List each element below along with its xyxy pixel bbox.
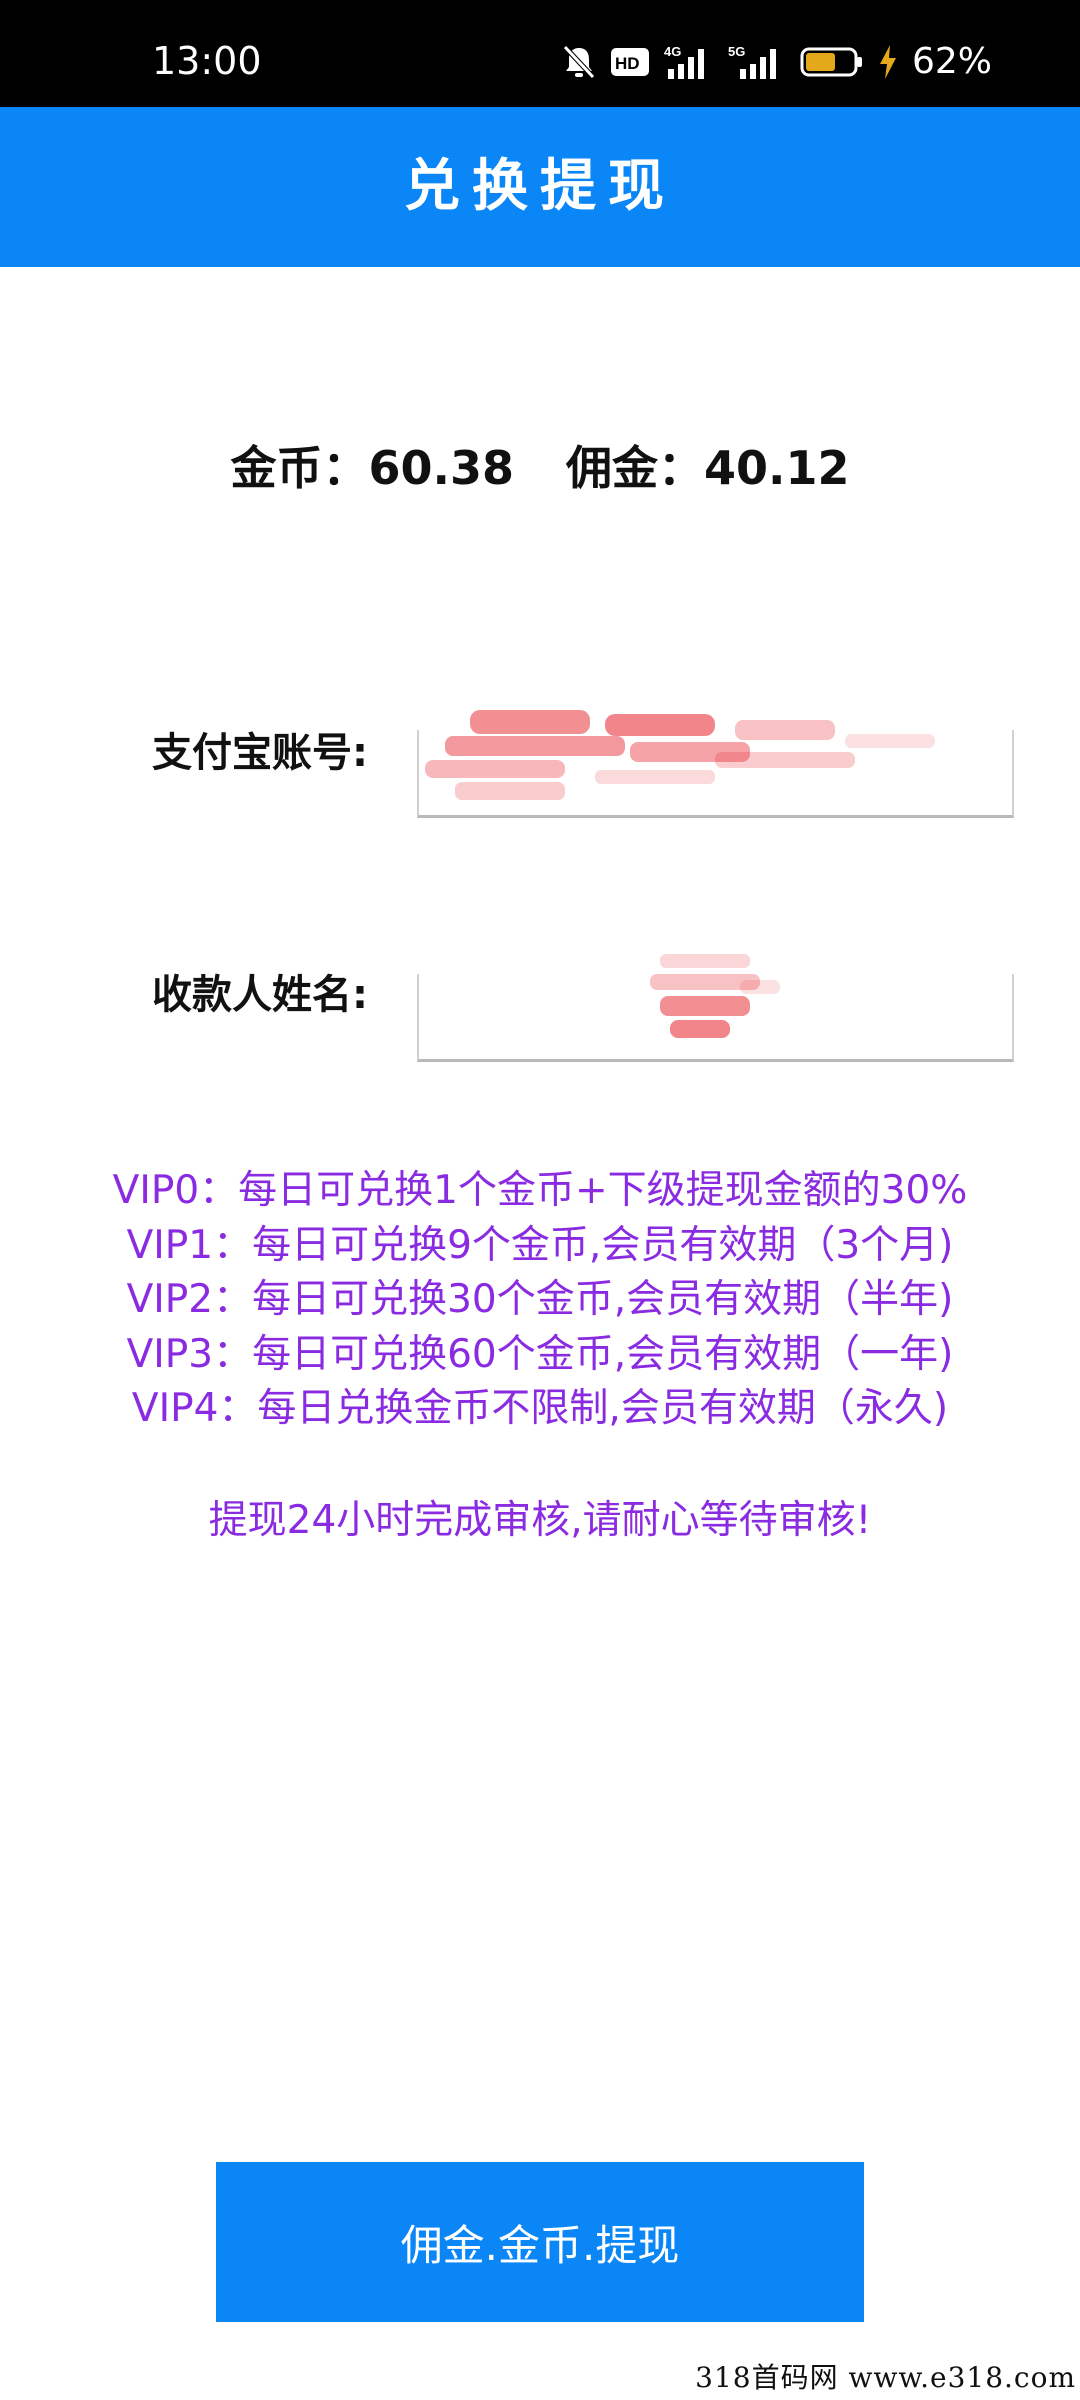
signal-4g-icon: 4G — [664, 43, 712, 81]
charging-icon — [878, 44, 898, 80]
battery-percent: 62% — [911, 41, 992, 82]
page-title: 兑换提现 — [404, 154, 676, 219]
review-notice: 提现24小时完成审核,请耐心等待审核! — [208, 1498, 872, 1543]
vip-tier-list: VIP0：每日可兑换1个金币+下级提现金额的30% VIP1：每日可兑换9个金币… — [0, 1164, 1080, 1437]
status-bar: 13:00 HD 4G 5G 62% — [0, 0, 1080, 107]
coin-value: 60.38 — [368, 441, 514, 495]
payee-name-input[interactable] — [417, 974, 1014, 1062]
vip-tier-item: VIP3：每日可兑换60个金币,会员有效期（一年) — [126, 1331, 954, 1377]
watermark: 318首码网 www.e318.com — [695, 2361, 1076, 2394]
sim2-network-label: 5G — [728, 44, 745, 59]
coin-label: 金币： — [230, 441, 369, 495]
hd-label: HD — [615, 54, 640, 73]
commission-value: 40.12 — [704, 441, 850, 495]
battery-icon — [800, 46, 864, 78]
sim1-network-label: 4G — [664, 44, 681, 59]
app-header: 兑换提现 — [0, 107, 1080, 267]
balance-summary: 金币：60.38 佣金：40.12 — [0, 438, 1080, 498]
vip-tier-item: VIP0：每日可兑换1个金币+下级提现金额的30% — [112, 1168, 968, 1213]
commission-label: 佣金： — [566, 441, 704, 495]
bell-off-icon — [562, 44, 596, 80]
alipay-account-label: 支付宝账号: — [152, 730, 368, 776]
payee-name-label: 收款人姓名: — [152, 972, 368, 1018]
vip-tier-item: VIP4：每日兑换金币不限制,会员有效期（永久) — [131, 1386, 949, 1431]
hd-icon: HD — [610, 46, 650, 78]
alipay-account-input[interactable] — [417, 730, 1014, 818]
vip-tier-item: VIP1：每日可兑换9个金币,会员有效期（3个月) — [126, 1222, 954, 1268]
withdraw-button[interactable]: 佣金.金币.提现 — [216, 2162, 864, 2322]
status-time: 13:00 — [152, 39, 262, 83]
signal-5g-icon: 5G — [726, 43, 786, 81]
vip-tier-item: VIP2：每日可兑换30个金币,会员有效期（半年) — [126, 1277, 954, 1322]
status-icons: HD 4G 5G 62% — [562, 40, 992, 84]
